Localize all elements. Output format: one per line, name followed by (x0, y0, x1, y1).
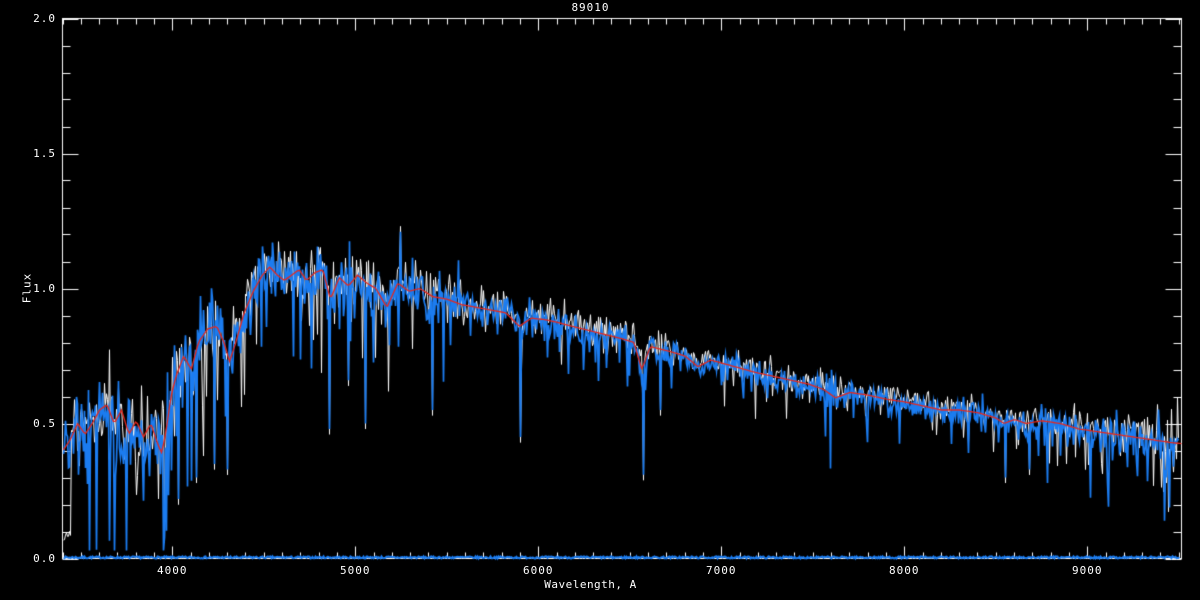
y-tick-label: 2.0 (33, 11, 56, 25)
chart-title: 89010 (571, 1, 610, 14)
y-tick-label: 1.0 (33, 281, 56, 295)
x-tick-label: 6000 (523, 564, 554, 577)
spectrum-plot-window: 89010 Flux Wavelength, A 4000 5000 6000 700… (0, 0, 1200, 600)
y-tick-label: 0.0 (33, 551, 56, 565)
spectrum-canvas (0, 0, 1200, 600)
x-axis-label: Wavelength, A (544, 578, 637, 591)
x-tick-label: 8000 (889, 564, 920, 577)
x-tick-label: 9000 (1072, 564, 1103, 577)
x-tick-label: 5000 (340, 564, 371, 577)
y-tick-label: 1.5 (33, 146, 56, 160)
x-tick-label: 7000 (706, 564, 737, 577)
x-tick-label: 4000 (157, 564, 188, 577)
y-tick-label: 0.5 (33, 416, 56, 430)
